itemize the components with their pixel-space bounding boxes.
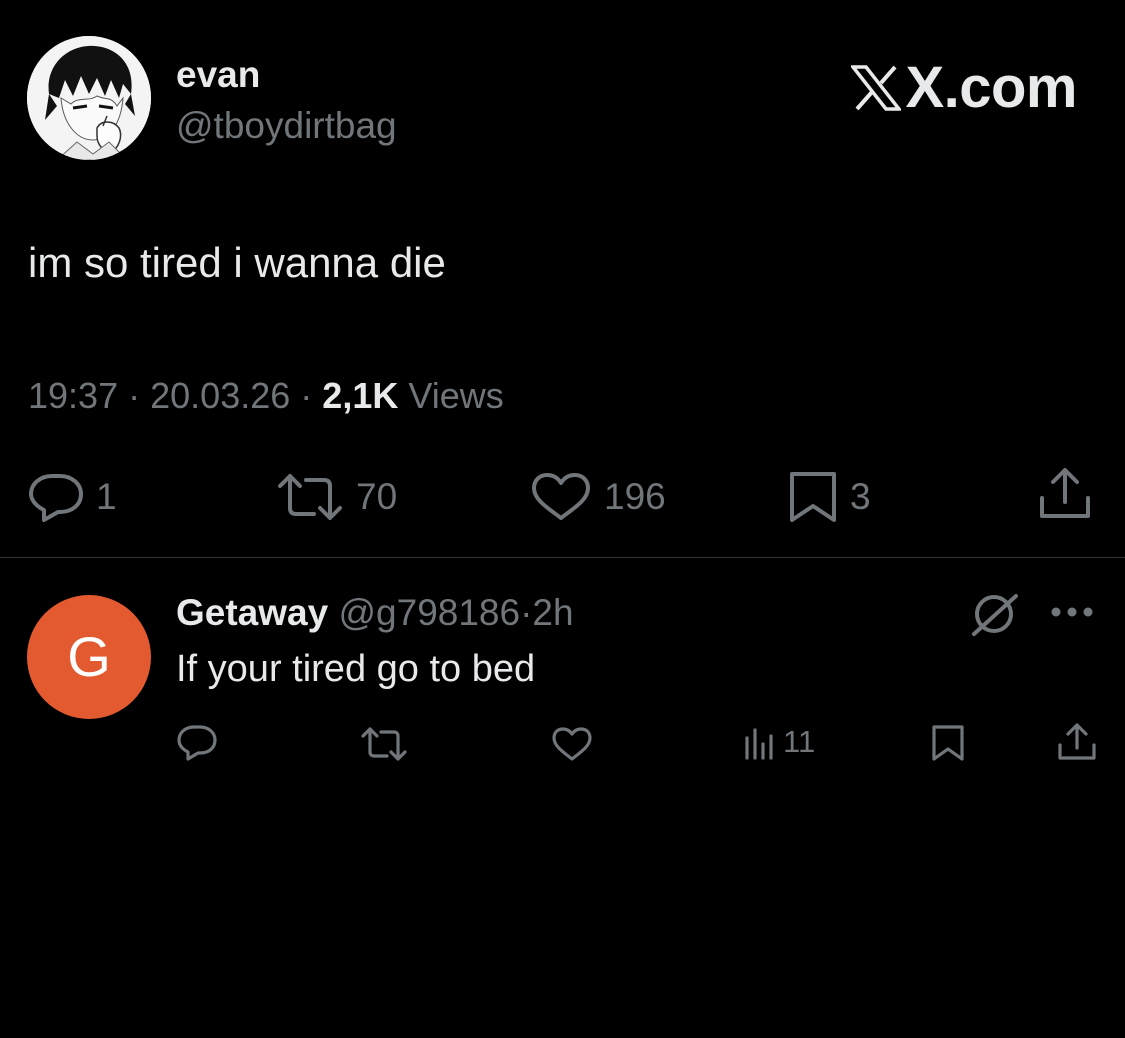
heart-icon: [552, 727, 592, 761]
bookmark-icon: [790, 472, 836, 522]
views-label: Views: [408, 375, 504, 416]
reply-text: If your tired go to bed: [176, 648, 536, 690]
bookmark-count: 3: [850, 476, 871, 517]
more-dots-icon: [1051, 607, 1093, 617]
avatar-letter: G: [67, 625, 111, 688]
tweet-date[interactable]: 20.03.26: [150, 375, 290, 416]
reply-views-button[interactable]: 11: [743, 724, 815, 760]
reply-separator: ·: [520, 592, 533, 633]
bar-chart-icon: [745, 728, 773, 760]
avatar-illustration: [27, 36, 151, 160]
repost-count: 70: [356, 476, 398, 517]
divider: [0, 557, 1125, 558]
grok-slash-circle-icon: [972, 594, 1018, 636]
meta-separator: ·: [128, 375, 141, 416]
x-logo-icon: [851, 65, 902, 111]
bookmark-button[interactable]: 3: [788, 470, 871, 524]
reply-repost-button[interactable]: [360, 726, 408, 762]
brand-logo: X.com: [851, 58, 1077, 118]
reply-avatar[interactable]: G: [27, 595, 151, 719]
tweet-meta: 19:37 · 20.03.26 · 2,1K Views: [28, 374, 504, 418]
avatar[interactable]: [27, 36, 151, 160]
bookmark-icon: [932, 725, 964, 761]
reply-button[interactable]: 1: [28, 472, 117, 522]
share-upload-icon: [1040, 468, 1090, 518]
repost-button[interactable]: 70: [276, 472, 397, 522]
tweet-text: im so tired i wanna die: [28, 239, 446, 286]
share-upload-icon: [1058, 723, 1096, 760]
brand-name: X.com: [905, 55, 1077, 120]
repost-arrows-icon: [361, 727, 407, 761]
speech-bubble-icon: [29, 474, 83, 522]
user-handle[interactable]: @tboydirtbag: [176, 104, 397, 148]
reply-bookmark-button[interactable]: [930, 724, 966, 762]
speech-bubble-icon: [177, 725, 217, 761]
reply-user-handle[interactable]: @g798186: [338, 592, 520, 633]
share-button[interactable]: [1038, 466, 1092, 522]
like-button[interactable]: 196: [530, 472, 666, 522]
views-count: 2,1K: [322, 375, 399, 416]
tweet-time[interactable]: 19:37: [28, 375, 118, 416]
grok-button[interactable]: [970, 590, 1022, 643]
meta-separator: ·: [300, 375, 313, 416]
reply-reply-button[interactable]: [176, 724, 218, 762]
more-button[interactable]: [1050, 604, 1094, 625]
heart-icon: [532, 473, 590, 520]
reply-like-button[interactable]: [551, 726, 593, 762]
like-count: 196: [604, 476, 666, 517]
reply-views-count: 11: [783, 724, 816, 759]
reply-share-button[interactable]: [1057, 722, 1097, 762]
reply-header: Getaway @g798186·2h: [176, 590, 574, 636]
reply-count: 1: [96, 476, 117, 517]
reply-age[interactable]: 2h: [532, 592, 573, 633]
repost-arrows-icon: [278, 474, 342, 520]
display-name[interactable]: evan: [176, 54, 260, 96]
reply-display-name[interactable]: Getaway: [176, 592, 328, 633]
